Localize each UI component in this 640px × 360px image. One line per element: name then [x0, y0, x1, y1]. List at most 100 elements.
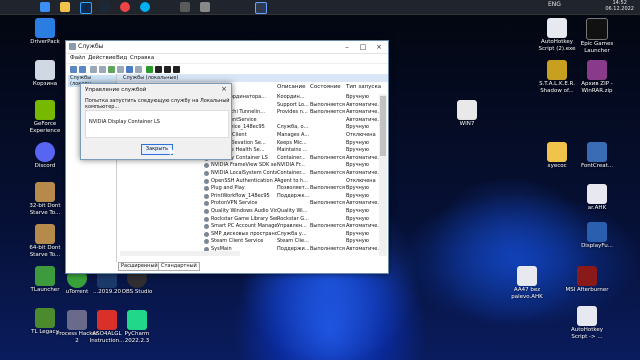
service-gear-icon: [204, 239, 209, 245]
stop-icon[interactable]: [155, 66, 162, 73]
photoshop-icon[interactable]: [80, 2, 92, 14]
desktop-icon-label: AutoHotkey Script -> ...: [570, 327, 604, 340]
desktop-icon-driverpack[interactable]: DriverPack: [22, 18, 68, 46]
desktop-icon-label: Корзина: [32, 81, 58, 87]
table-row[interactable]: Steam Client Service Steam Clie... Вручную: [204, 238, 384, 246]
clock[interactable]: 14:52 06.12.2022: [605, 0, 634, 12]
desktop-icon-label: 32-bit Dont Starve To...: [29, 203, 61, 216]
tlauncher-icon: [35, 266, 55, 286]
steam-icon[interactable]: [100, 2, 110, 12]
close-button[interactable]: ×: [372, 42, 386, 52]
table-row[interactable]: ProtonVPN Service Выполняется Автоматиче..…: [204, 200, 384, 208]
refresh-icon[interactable]: [108, 66, 115, 73]
service-state: Выполняется: [310, 101, 345, 108]
menu-action[interactable]: Действие: [88, 55, 116, 61]
desktop-icon-label: ar.AHK: [587, 205, 607, 211]
service-startup-type: Вручную: [346, 238, 369, 245]
maximize-button[interactable]: □: [356, 42, 370, 52]
service-description: Keeps Mic...: [277, 139, 307, 146]
back-icon[interactable]: [70, 66, 77, 73]
vertical-scrollbar[interactable]: [379, 94, 387, 256]
desktop-icon-dont-starve-64[interactable]: 64-bit Dont Starve To...: [22, 224, 68, 258]
desktop-icon-ahk-script[interactable]: AutoHotkey Script -> ...: [564, 306, 610, 340]
ahk-icon: [587, 184, 607, 204]
desktop-icon-aa47-ahk[interactable]: AA47 bez palevo.AHK: [504, 266, 550, 300]
table-row[interactable]: SMP дисковых пространст...Служба у... Вру…: [204, 231, 384, 239]
windows-start-icon[interactable]: [40, 2, 50, 12]
menu-view[interactable]: Вид: [116, 55, 127, 61]
service-name: NVIDIA FrameView SDK serv...: [211, 162, 277, 169]
scroll-thumb[interactable]: [380, 96, 386, 156]
service-description: Управлен...: [277, 223, 307, 230]
col-startup-type[interactable]: Тип запуска: [346, 84, 381, 90]
service-gear-icon: [204, 201, 209, 207]
desktop-icon-label: Epic Games Launcher: [580, 41, 614, 54]
table-row[interactable]: OpenSSH Authentication A... Agent to h...…: [204, 178, 384, 186]
app-icon[interactable]: [180, 2, 190, 12]
chrome-icon[interactable]: [120, 2, 130, 12]
menu-file[interactable]: Файл: [70, 55, 85, 61]
search-icon[interactable]: [255, 2, 267, 14]
properties-icon[interactable]: [117, 66, 124, 73]
table-row[interactable]: Plug and Play Позволяет... Выполняется Вруч…: [204, 185, 384, 193]
desktop-icon-fontcreator[interactable]: FontCreat...: [574, 142, 620, 170]
fontcreator-icon: [587, 142, 607, 162]
table-row[interactable]: NVIDIA FrameView SDK serv...NVIDIA Fr...…: [204, 162, 384, 170]
service-startup-type: Вручную: [346, 139, 369, 146]
tab-standard[interactable]: Стандартный: [158, 262, 200, 271]
pause-icon[interactable]: [164, 66, 171, 73]
settings-icon[interactable]: [200, 2, 210, 12]
col-description[interactable]: Описание: [277, 84, 305, 90]
skype-icon[interactable]: [140, 2, 150, 12]
service-description: Служба, о...: [277, 124, 309, 131]
dialog-service-name: NVIDIA Display Container LS: [89, 119, 160, 125]
minimize-button[interactable]: –: [340, 42, 354, 52]
tree-icon[interactable]: [90, 66, 97, 73]
epic-games-icon: [586, 18, 608, 40]
file-explorer-icon[interactable]: [60, 2, 70, 12]
desktop-icon-discord[interactable]: Discord: [22, 142, 68, 170]
tab-extended[interactable]: Расширенный: [118, 262, 161, 271]
table-row[interactable]: Smart PC Account Manager Управлен... Выпол…: [204, 223, 384, 231]
table-row[interactable]: Rockstar Game Library Servi...Rockstar G…: [204, 216, 384, 224]
service-description: Служба у...: [277, 230, 307, 237]
service-description: Quality Wi...: [277, 208, 308, 214]
desktop-icon-msi-afterburner[interactable]: MSI Afterburner: [564, 266, 610, 294]
service-description: Manages A...: [277, 132, 309, 138]
service-startup-type: Автоматиче...: [346, 223, 382, 230]
desktop-icon-win7[interactable]: WIN7: [444, 100, 490, 128]
language-indicator[interactable]: ENG: [548, 1, 561, 8]
col-state[interactable]: Состояние: [310, 84, 341, 90]
desktop-icon-winrar-zip[interactable]: Архив ZIP - WinRAR.zip: [574, 60, 620, 94]
title-bar[interactable]: Службы – □ ×: [66, 41, 388, 54]
list-icon[interactable]: [99, 66, 106, 73]
service-name: PrintWorkflow_148ec95: [211, 192, 270, 199]
forward-icon[interactable]: [79, 66, 86, 73]
desktop-icon-ar-ahk[interactable]: ar.AHK: [574, 184, 620, 212]
console-icon[interactable]: [135, 66, 142, 73]
desktop-icon-label: MSI Afterburner: [565, 287, 609, 293]
table-row[interactable]: Quality Windows Audio Vid... Quality Wi..…: [204, 208, 384, 216]
service-startup-type: Автоматиче...: [346, 170, 382, 176]
desktop-icon-geforce[interactable]: GeForce Experience: [22, 100, 68, 134]
desktop-icon-label: FontCreat...: [580, 163, 614, 169]
table-row[interactable]: PrintWorkflow_148ec95 Поддержк... Вручную: [204, 193, 384, 201]
help-icon[interactable]: [126, 66, 133, 73]
start-icon[interactable]: [146, 66, 153, 73]
menu-help[interactable]: Справка: [130, 55, 154, 61]
menu-bar: Файл Действие Вид Справка: [66, 54, 388, 64]
service-startup-type: Вручную: [346, 208, 369, 214]
horizontal-scrollbar[interactable]: [120, 251, 240, 256]
desktop-icon-pycharm[interactable]: PyCharm 2022.2.3: [114, 310, 160, 344]
desktop-icon-recycle-bin[interactable]: Корзина: [22, 60, 68, 88]
service-name: Rockstar Game Library Servi...: [211, 215, 277, 222]
restart-icon[interactable]: [173, 66, 180, 73]
service-description: Steam Clie...: [277, 238, 309, 245]
service-name: Steam Client Service: [211, 238, 264, 245]
desktop-icon-displayfusion[interactable]: DisplayFu...: [574, 222, 620, 250]
desktop-icon-epic[interactable]: Epic Games Launcher: [574, 18, 620, 54]
service-gear-icon: [204, 186, 209, 192]
desktop-icon-dont-starve-32[interactable]: 32-bit Dont Starve To...: [22, 182, 68, 216]
dialog-close-icon[interactable]: ×: [221, 85, 227, 93]
table-row[interactable]: NVIDIA LocalSystem ContainerContainer...…: [204, 170, 384, 178]
